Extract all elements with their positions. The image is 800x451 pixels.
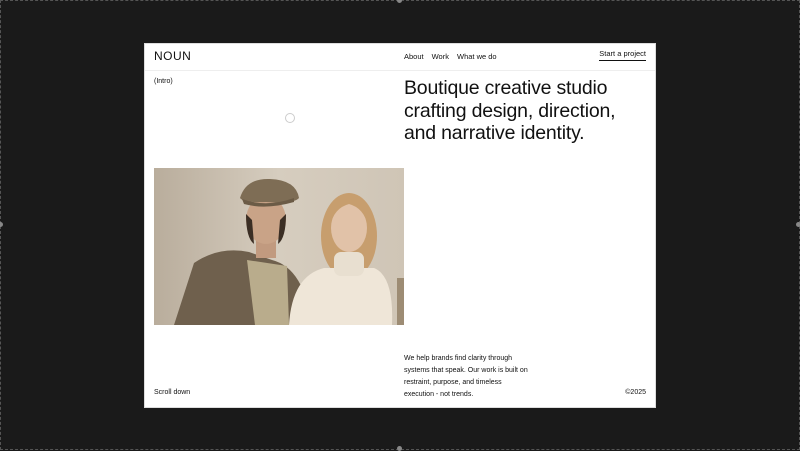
hero-headline: Boutique creative studio crafting design… (404, 77, 616, 144)
main-nav: About Work What we do (404, 52, 497, 61)
intro-label: (Intro) (154, 78, 173, 85)
logo[interactable]: NOUN (154, 49, 191, 63)
resize-handle-bottom[interactable] (397, 446, 402, 451)
resize-handle-right[interactable] (796, 222, 800, 227)
nav-link-what-we-do[interactable]: What we do (457, 52, 497, 61)
website-page: NOUN About Work What we do Start a proje… (145, 44, 655, 407)
header-divider (145, 70, 655, 71)
nav-link-work[interactable]: Work (432, 52, 449, 61)
start-project-link[interactable]: Start a project (599, 49, 646, 61)
nav-link-about[interactable]: About (404, 52, 424, 61)
loading-spinner-icon (285, 113, 295, 123)
copyright: ©2025 (625, 389, 646, 396)
hero-photo (154, 168, 404, 325)
about-text: We help brands find clarity through syst… (404, 355, 528, 398)
scroll-down-link[interactable]: Scroll down (154, 389, 190, 396)
